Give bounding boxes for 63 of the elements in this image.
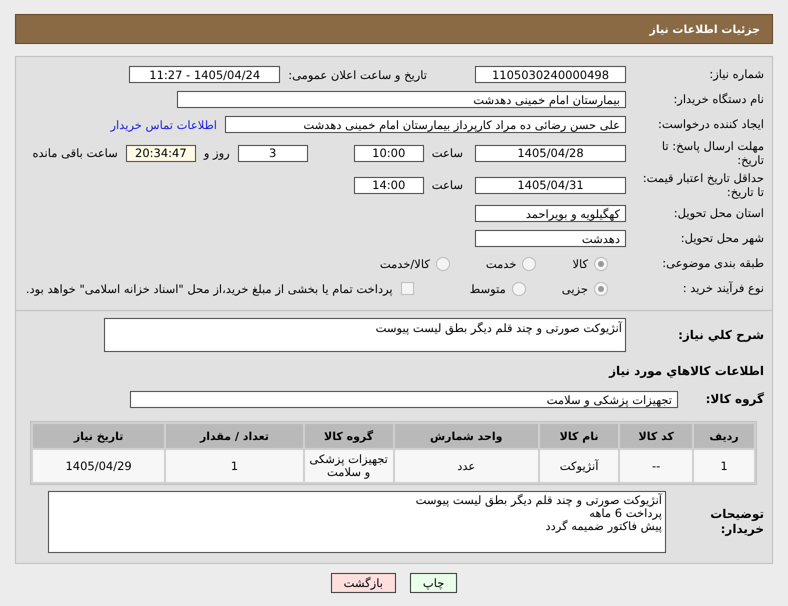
field-label: شهر محل تحویل: — [680, 231, 765, 246]
field-label: نام دستگاه خریدار: — [672, 92, 765, 107]
checkbox-label: پرداخت تمام یا بخشی از مبلغ خرید،از محل "اسناد خزانه اسلامی" خواهد بود. — [26, 282, 393, 296]
column-header: گروه کالا — [304, 424, 393, 448]
table-cell: 1405/04/29 — [33, 450, 164, 482]
field-label: ساعت — [432, 178, 463, 192]
field-label: ساعت باقی مانده — [32, 146, 118, 160]
value-field: بیمارستان امام خمینی دهدشت — [177, 91, 626, 108]
option-label: کالا/خدمت — [380, 256, 430, 270]
field-label: استان محل تحویل: — [672, 206, 765, 221]
option-label: جزیی — [562, 282, 588, 296]
option-label: کالا — [572, 256, 588, 270]
value-field: 10:00 — [354, 144, 424, 162]
contact-link[interactable]: اطلاعات تماس خریدار — [110, 118, 217, 132]
table-cell: 1 — [166, 450, 303, 482]
radio-button[interactable] — [594, 282, 608, 296]
value-field: 1405/04/24 - 11:27 — [129, 66, 280, 83]
section-title: اطلاعات کالاهاي مورد نياز — [609, 364, 765, 378]
checkbox[interactable] — [400, 282, 414, 295]
value-field: علی حسن رضائی ده مراد کارپرداز بیمارستان امام خمینی دهدشت — [225, 116, 626, 133]
notes-field[interactable]: آنژیوکت صورتی و چند قلم دیگر بطق لیست پیوست پرداخت 6 ماهه پیش فاکتور ضمیمه گردد — [48, 491, 666, 553]
radio-button[interactable] — [436, 256, 450, 270]
back-button[interactable]: بازگشت — [330, 573, 396, 593]
field-label: روز و — [204, 146, 230, 160]
table-cell: 1 — [694, 450, 754, 482]
radio-button[interactable] — [512, 282, 526, 296]
value-field: 1105030240000498 — [475, 66, 626, 83]
field-label: شماره نیاز: — [708, 67, 765, 82]
table-cell: آنژیوکت — [540, 450, 618, 482]
value-field: کهگیلویه و بویراحمد — [475, 205, 626, 222]
field-label: ایجاد کننده درخواست: — [657, 117, 765, 132]
option-label: متوسط — [470, 282, 506, 296]
value-field: 1405/04/31 — [475, 176, 626, 194]
field-label: گروه کالا: — [704, 392, 765, 407]
table-cell: -- — [620, 450, 692, 482]
column-header: کد کالا — [620, 424, 692, 448]
table-cell: تجهیزات پزشکی و سلامت — [304, 450, 393, 482]
column-header: تاریخ نیاز — [33, 424, 164, 448]
column-header: نام کالا — [540, 424, 618, 448]
column-header: تعداد / مقدار — [166, 424, 303, 448]
field-label: شرح کلي نياز: — [677, 328, 765, 342]
page-header: جزئیات اطلاعات نیاز — [15, 14, 773, 44]
field-label: مهلت ارسال پاسخ: تا تاریخ: — [660, 138, 765, 168]
radio-button[interactable] — [594, 256, 608, 270]
countdown-field: 20:34:47 — [126, 144, 196, 162]
field-label: توضیحات خریدار: — [709, 507, 765, 537]
value-field: تجهیزات پزشکی و سلامت — [130, 391, 678, 408]
table-cell: عدد — [394, 450, 538, 482]
field-label: ساعت — [432, 146, 463, 160]
print-button[interactable]: چاپ — [410, 573, 458, 593]
description-field[interactable]: آنژیوکت صورتی و چند قلم دیگر بطق لیست پیوست — [104, 318, 626, 352]
field-label: تاریخ و ساعت اعلان عمومی: — [288, 68, 427, 82]
value-field: دهدشت — [475, 230, 626, 247]
column-header: ردیف — [694, 424, 754, 448]
value-field: 1405/04/28 — [475, 144, 626, 162]
value-field: 14:00 — [354, 176, 424, 194]
value-field: 3 — [238, 144, 308, 162]
column-header: واحد شمارش — [394, 424, 538, 448]
radio-button[interactable] — [522, 256, 536, 270]
field-label: حداقل تاریخ اعتبار قیمت: تا تاریخ: — [642, 170, 765, 200]
field-label: طبقه بندی موضوعی: — [661, 256, 765, 271]
option-label: خدمت — [486, 256, 516, 270]
field-label: نوع فرآیند خرید : — [682, 281, 765, 296]
